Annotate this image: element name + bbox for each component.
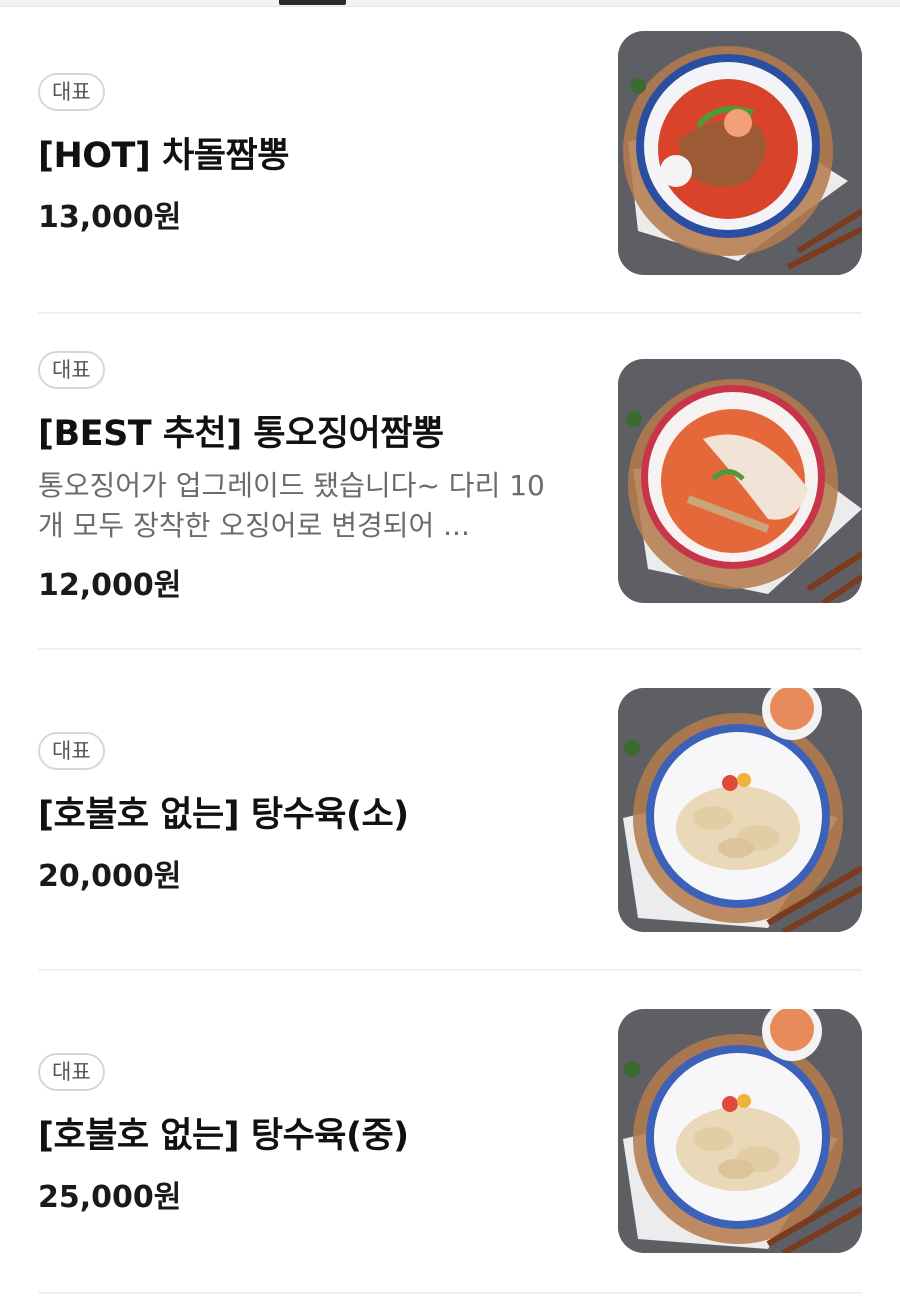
menu-list: 대표 [HOT] 차돌짬뽕 13,000원 대표 [BEST 추천] 통오징어짬… — [0, 6, 900, 1294]
active-tab-indicator — [279, 0, 346, 5]
menu-item-price: 20,000원 — [38, 859, 182, 894]
menu-item-info: 대표 [호불호 없는] 탕수육(중) 25,000원 — [38, 1053, 568, 1216]
menu-item-price: 12,000원 — [38, 568, 182, 603]
squid-jjamppong-photo — [618, 359, 862, 603]
menu-item-price: 13,000원 — [38, 200, 182, 235]
menu-item[interactable]: 대표 [HOT] 차돌짬뽕 13,000원 — [38, 6, 862, 314]
signature-badge: 대표 — [38, 351, 105, 389]
menu-item[interactable]: 대표 [호불호 없는] 탕수육(중) 25,000원 — [38, 971, 862, 1294]
tangsuyuk-photo — [618, 1009, 862, 1253]
menu-item[interactable]: 대표 [BEST 추천] 통오징어짬뽕 통오징어가 업그레이드 됐습니다~ 다리… — [38, 314, 862, 650]
tangsuyuk-photo — [618, 688, 862, 932]
menu-item-info: 대표 [BEST 추천] 통오징어짬뽕 통오징어가 업그레이드 됐습니다~ 다리… — [38, 351, 568, 604]
menu-item-name: [HOT] 차돌짬뽕 — [38, 136, 289, 176]
jjamppong-red-photo — [618, 31, 862, 275]
menu-item[interactable]: 대표 [호불호 없는] 탕수육(소) 20,000원 — [38, 650, 862, 971]
menu-item-name: [호불호 없는] 탕수육(소) — [38, 795, 409, 835]
menu-item-info: 대표 [호불호 없는] 탕수육(소) 20,000원 — [38, 732, 568, 895]
signature-badge: 대표 — [38, 1053, 105, 1091]
menu-item-info: 대표 [HOT] 차돌짬뽕 13,000원 — [38, 73, 568, 236]
signature-badge: 대표 — [38, 73, 105, 111]
menu-item-price: 25,000원 — [38, 1180, 182, 1215]
signature-badge: 대표 — [38, 732, 105, 770]
menu-item-name: [호불호 없는] 탕수육(중) — [38, 1116, 409, 1156]
menu-item-name: [BEST 추천] 통오징어짬뽕 — [38, 414, 444, 454]
menu-item-description: 통오징어가 업그레이드 됐습니다~ 다리 10개 모두 장착한 오징어로 변경되… — [38, 469, 545, 542]
